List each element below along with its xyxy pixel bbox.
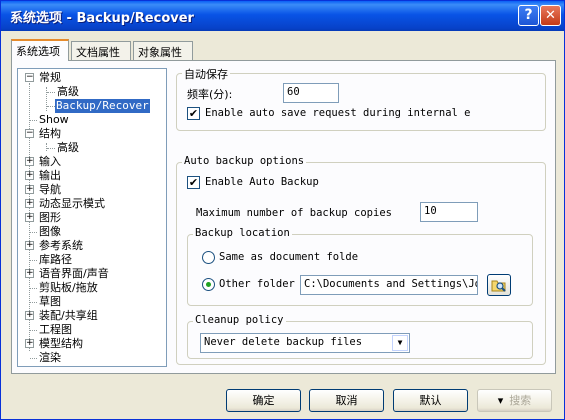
expand-icon[interactable]: + [25,311,34,320]
tree-item-label: 图形 [39,211,61,224]
backup-location-legend: Backup location [193,227,292,239]
tab-system-options[interactable]: 系统选项 [11,39,69,61]
tree-item-label: 剪贴板/拖放 [39,281,98,294]
tree-item-label: 结构 [39,127,61,140]
chevron-down-icon[interactable]: ▼ [392,335,408,351]
autobackup-legend: Auto backup options [182,155,307,167]
expand-icon[interactable]: + [25,241,34,250]
same-folder-radio[interactable] [202,251,215,264]
tree-item-label: 导航 [39,183,61,196]
expand-icon[interactable]: + [25,171,34,180]
autosave-legend: 自动保存 [182,66,230,82]
expand-icon[interactable]: + [25,157,34,166]
cleanup-policy-value: Never delete backup files [204,336,363,348]
autosave-frequency-label: 频率(分): [187,88,233,101]
tree-item-label: 输出 [39,169,61,182]
close-button[interactable]: ✕ [540,5,561,26]
cleanup-policy-select[interactable]: Never delete backup files ▼ [200,333,410,353]
max-copies-input[interactable]: 10 [420,202,478,222]
radio-selected-dot [206,282,211,287]
tree-item-label: 草图 [39,295,61,308]
tree-item-label: 高级 [57,85,79,98]
tree-item-label: 常规 [39,71,61,84]
enable-autobackup-checkbox[interactable]: ✔ [187,176,200,189]
browse-folder-icon [491,280,506,292]
tree-item-label: 工程图 [39,323,72,336]
help-button[interactable]: ? [518,5,539,26]
tree-item-label: 参考系统 [39,239,83,252]
options-tree[interactable]: − 常规 高级 Backup/Recover Show − 结构 高级 + 输入… [17,68,167,367]
autosave-request-checkbox[interactable]: ✔ [187,107,200,120]
cleanup-policy-legend: Cleanup policy [193,314,286,326]
expand-icon[interactable]: + [25,185,34,194]
tree-item-label: 模型结构 [39,337,83,350]
tree-item-label: Show [39,113,69,126]
same-folder-label: Same as document folde [219,251,359,263]
tree-item-label: 渲染 [39,351,61,364]
collapse-icon[interactable]: − [25,129,34,138]
tab-document-properties[interactable]: 文档属性 [71,41,131,60]
tree-item-label: 库路径 [39,253,72,266]
enable-autobackup-label: Enable Auto Backup [205,176,319,188]
search-button-label: 搜索 [509,394,532,407]
title-bar[interactable]: 系统选项 - Backup/Recover ? ✕ [1,1,564,31]
search-button[interactable]: ▾ 搜索 [477,389,552,412]
expand-icon[interactable]: + [25,199,34,208]
expand-icon[interactable]: + [25,339,34,348]
tree-item-label: 高级 [57,141,79,154]
other-folder-radio[interactable] [202,278,215,291]
autosave-request-label: Enable auto save request during internal… [205,107,471,119]
autosave-frequency-input[interactable]: 60 [283,83,339,103]
options-dialog: 系统选项 - Backup/Recover ? ✕ 系统选项 文档属性 对象属性… [0,0,565,420]
autosave-group: 自动保存 [176,66,546,131]
browse-folder-button[interactable] [487,274,511,296]
backup-location-group: Backup location [187,227,533,306]
backup-folder-input[interactable]: C:\Documents and Settings\Joh [300,275,478,295]
tree-item-label: Backup/Recover [55,99,150,113]
ok-button[interactable]: 确定 [226,389,301,412]
cancel-button[interactable]: 取消 [309,389,384,412]
tree-item-label: 装配/共享组 [39,309,98,322]
tree-item-label: 动态显示模式 [39,197,105,210]
collapse-icon[interactable]: − [25,73,34,82]
expand-icon[interactable]: + [25,213,34,222]
tree-item-label: 输入 [39,155,61,168]
tree-item-label: 语音界面/声音 [39,267,109,280]
default-button[interactable]: 默认 [393,389,468,412]
tree-item-label: 图像 [39,225,61,238]
window-title: 系统选项 - Backup/Recover [10,11,194,26]
expand-icon[interactable]: + [25,269,34,278]
max-copies-label: Maximum number of backup copies [196,207,392,219]
other-folder-label: Other folder [219,278,295,290]
tab-object-properties[interactable]: 对象属性 [133,41,193,60]
search-expand-icon: ▾ [497,394,504,407]
